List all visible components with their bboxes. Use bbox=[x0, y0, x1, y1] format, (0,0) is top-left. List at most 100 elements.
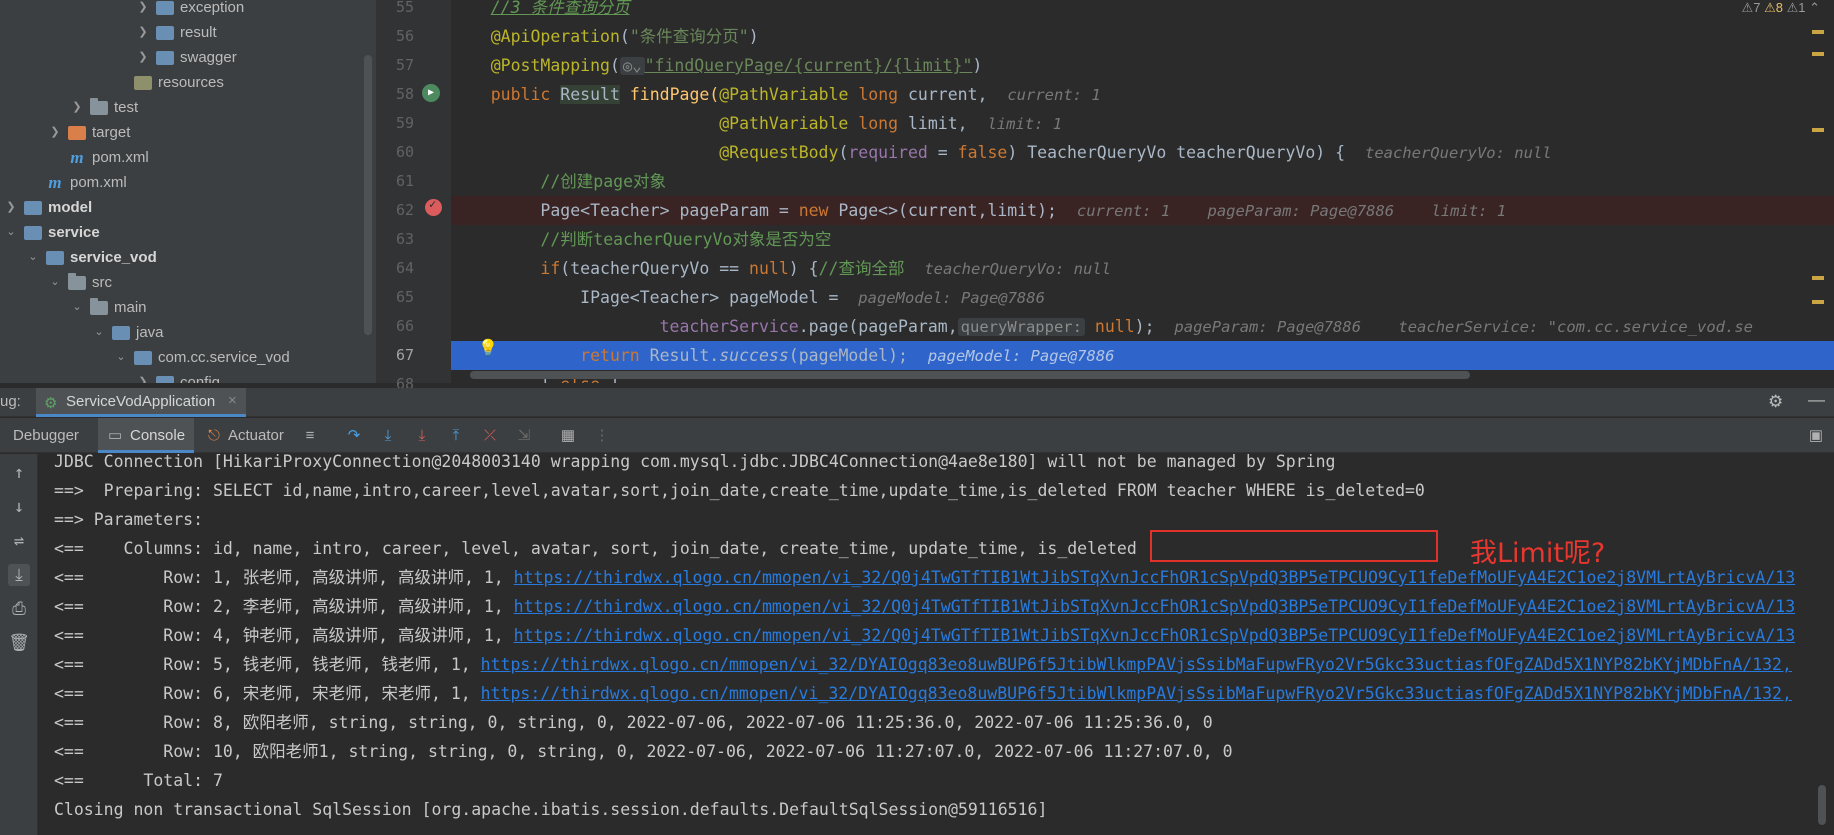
tree-item[interactable]: ⌄ java bbox=[92, 320, 163, 345]
layout-icon[interactable]: ▣ bbox=[1806, 426, 1826, 446]
error-stripe-mark[interactable] bbox=[1812, 128, 1824, 132]
close-icon[interactable]: × bbox=[228, 392, 237, 409]
inspection-widget[interactable]: ⚠7 ⚠8 ⚠1 ⌃ bbox=[1742, 0, 1820, 16]
tree-item[interactable]: m pom.xml bbox=[48, 145, 148, 170]
avatar-link[interactable]: https://thirdwx.qlogo.cn/mmopen/vi_32/Q0… bbox=[514, 626, 1795, 645]
operator: = bbox=[927, 143, 958, 162]
chevron-icon[interactable]: ❯ bbox=[70, 95, 84, 120]
tree-item[interactable]: ⌄ com.cc.service_vod bbox=[114, 345, 289, 370]
error-stripe-mark[interactable] bbox=[1812, 52, 1824, 56]
console-scrollbar[interactable] bbox=[1818, 785, 1826, 825]
console-line: <== Row: 4, 钟老师, 高级讲师, 高级讲师, 1, https://… bbox=[54, 621, 1795, 650]
code-editor[interactable]: //3 条件查询分页 @ApiOperation("条件查询分页") @Post… bbox=[451, 0, 1834, 383]
error-stripe-mark[interactable] bbox=[1812, 276, 1824, 280]
folder-icon bbox=[90, 297, 108, 315]
error-stripe-mark[interactable] bbox=[1812, 30, 1824, 34]
console-line: <== Row: 5, 钱老师, 钱老师, 钱老师, 1, https://th… bbox=[54, 650, 1792, 679]
arrow-down-icon[interactable]: ↓ bbox=[8, 496, 30, 518]
avatar-link[interactable]: https://thirdwx.qlogo.cn/mmopen/vi_32/Q0… bbox=[514, 597, 1795, 616]
chevron-icon[interactable]: ⌄ bbox=[114, 345, 128, 370]
method-name: success bbox=[719, 346, 789, 365]
chevron-icon[interactable]: ⌄ bbox=[70, 295, 84, 320]
param: ) TeacherQueryVo teacherQueryVo) { bbox=[1007, 143, 1346, 162]
chevron-icon[interactable]: ⌄ bbox=[26, 245, 40, 270]
tree-item-label: target bbox=[92, 124, 131, 141]
trash-icon[interactable]: 🗑 bbox=[8, 632, 30, 654]
line-number: 55 bbox=[395, 0, 414, 16]
step-out-icon[interactable]: ⤒ bbox=[446, 426, 466, 446]
tab-debugger[interactable]: Debugger bbox=[0, 418, 92, 453]
chevron-icon[interactable]: ❯ bbox=[136, 45, 150, 70]
run-method-icon[interactable]: ▶ bbox=[422, 84, 440, 102]
editor-horizontal-scrollbar[interactable] bbox=[470, 371, 1470, 379]
avatar-link[interactable]: https://thirdwx.qlogo.cn/mmopen/vi_32/DY… bbox=[481, 684, 1792, 703]
keyword: if bbox=[540, 259, 561, 278]
evaluate-icon[interactable]: ▦ bbox=[558, 426, 578, 446]
chevron-icon[interactable]: ❯ bbox=[48, 120, 62, 145]
tree-item[interactable]: ❯ swagger bbox=[136, 45, 236, 70]
tab-console[interactable]: ▭ Console bbox=[98, 418, 194, 453]
lightbulb-icon[interactable]: 💡 bbox=[478, 338, 498, 357]
avatar-link[interactable]: https://thirdwx.qlogo.cn/mmopen/vi_32/Q0… bbox=[514, 568, 1795, 587]
console-output[interactable]: JDBC Connection [HikariProxyConnection@2… bbox=[38, 454, 1834, 835]
code-line-55: //3 条件查询分页 bbox=[451, 0, 1834, 22]
debug-session-tab[interactable]: ⚙ ServiceVodApplication × bbox=[36, 388, 246, 417]
annotation-note: 我Limit呢? bbox=[1470, 538, 1606, 569]
project-tree[interactable]: ❯ exception ❯ result ❯ swagger resources ❯ test ❯… bbox=[0, 0, 376, 383]
maven-icon: m bbox=[70, 148, 84, 167]
error-stripe-mark[interactable] bbox=[1812, 300, 1824, 304]
tree-item[interactable]: ⌄ src bbox=[48, 270, 112, 295]
tree-item[interactable]: ⌄ service_vod bbox=[26, 245, 156, 270]
tree-item[interactable]: ⌄ service bbox=[4, 220, 99, 245]
chevron-icon[interactable]: ❯ bbox=[136, 20, 150, 45]
package-icon bbox=[112, 325, 130, 340]
force-step-into-icon[interactable]: ⤓ bbox=[412, 426, 432, 446]
avatar-link[interactable]: https://thirdwx.qlogo.cn/mmopen/vi_32/DY… bbox=[481, 655, 1792, 674]
chevron-icon[interactable]: ⌄ bbox=[48, 270, 62, 295]
print-icon[interactable]: ⎙ bbox=[8, 598, 30, 620]
tree-item[interactable]: ❯ model bbox=[4, 195, 92, 220]
tree-item[interactable]: ❯ config bbox=[136, 370, 220, 383]
code-line-57: @PostMapping(◎⌄ "findQueryPage/{current}/… bbox=[490, 56, 983, 75]
chevron-icon[interactable]: ⌄ bbox=[4, 220, 18, 245]
chevron-icon[interactable]: ❯ bbox=[4, 195, 18, 220]
folder-icon bbox=[68, 272, 86, 290]
breakpoint-icon[interactable] bbox=[425, 197, 442, 216]
tree-item[interactable]: ❯ test bbox=[70, 95, 138, 120]
minimize-icon[interactable]: — bbox=[1808, 390, 1825, 410]
spring-boot-icon: ⚙ bbox=[44, 395, 58, 412]
folder-icon bbox=[90, 97, 108, 115]
statement: Page<Teacher> pageParam = bbox=[540, 201, 799, 220]
step-over-icon[interactable]: ↷ bbox=[344, 426, 364, 446]
tree-scrollbar[interactable] bbox=[364, 55, 372, 335]
soft-wrap-icon[interactable]: ⇌ bbox=[8, 530, 30, 552]
tree-item[interactable]: ⌄ main bbox=[70, 295, 147, 320]
tree-item[interactable]: ❯ target bbox=[48, 120, 130, 145]
console-line: ==> Preparing: SELECT id,name,intro,care… bbox=[54, 481, 1425, 500]
console-line: JDBC Connection [HikariProxyConnection@2… bbox=[54, 454, 1336, 471]
globe-icon[interactable]: ◎⌄ bbox=[619, 57, 645, 75]
tree-item[interactable]: ❯ result bbox=[136, 20, 216, 45]
chevron-icon[interactable]: ❯ bbox=[136, 370, 150, 383]
tree-item[interactable]: ❯ exception bbox=[136, 0, 244, 20]
console-side-toolbar: ↑ ↓ ⇌ ⤓ ⎙ 🗑 bbox=[0, 454, 38, 835]
trace-icon[interactable]: ⋮ bbox=[592, 426, 612, 446]
line-number: 59 bbox=[395, 114, 414, 132]
gear-icon[interactable]: ⚙ bbox=[1768, 392, 1783, 412]
string-literal[interactable]: "findQueryPage/{current}/{limit}" bbox=[645, 56, 973, 75]
scroll-to-end-icon[interactable]: ⤓ bbox=[8, 564, 30, 586]
param-name-hint: queryWrapper: bbox=[957, 318, 1085, 336]
menu-icon[interactable]: ≡ bbox=[300, 426, 320, 446]
chevron-icon[interactable]: ❯ bbox=[136, 0, 150, 20]
chevron-up-icon[interactable]: ⌃ bbox=[1809, 0, 1820, 15]
package-icon bbox=[156, 0, 174, 15]
tree-item[interactable]: m pom.xml bbox=[26, 170, 127, 195]
drop-frame-icon[interactable]: ⤫ bbox=[480, 426, 500, 446]
run-to-cursor-icon[interactable]: ⇲ bbox=[514, 426, 534, 446]
arrow-up-icon[interactable]: ↑ bbox=[8, 462, 30, 484]
tab-actuator[interactable]: ⎋ Actuator bbox=[204, 418, 304, 453]
step-into-icon[interactable]: ⤓ bbox=[378, 426, 398, 446]
tree-item-label: pom.xml bbox=[70, 174, 127, 191]
chevron-icon[interactable]: ⌄ bbox=[92, 320, 106, 345]
tree-item[interactable]: resources bbox=[114, 70, 224, 95]
